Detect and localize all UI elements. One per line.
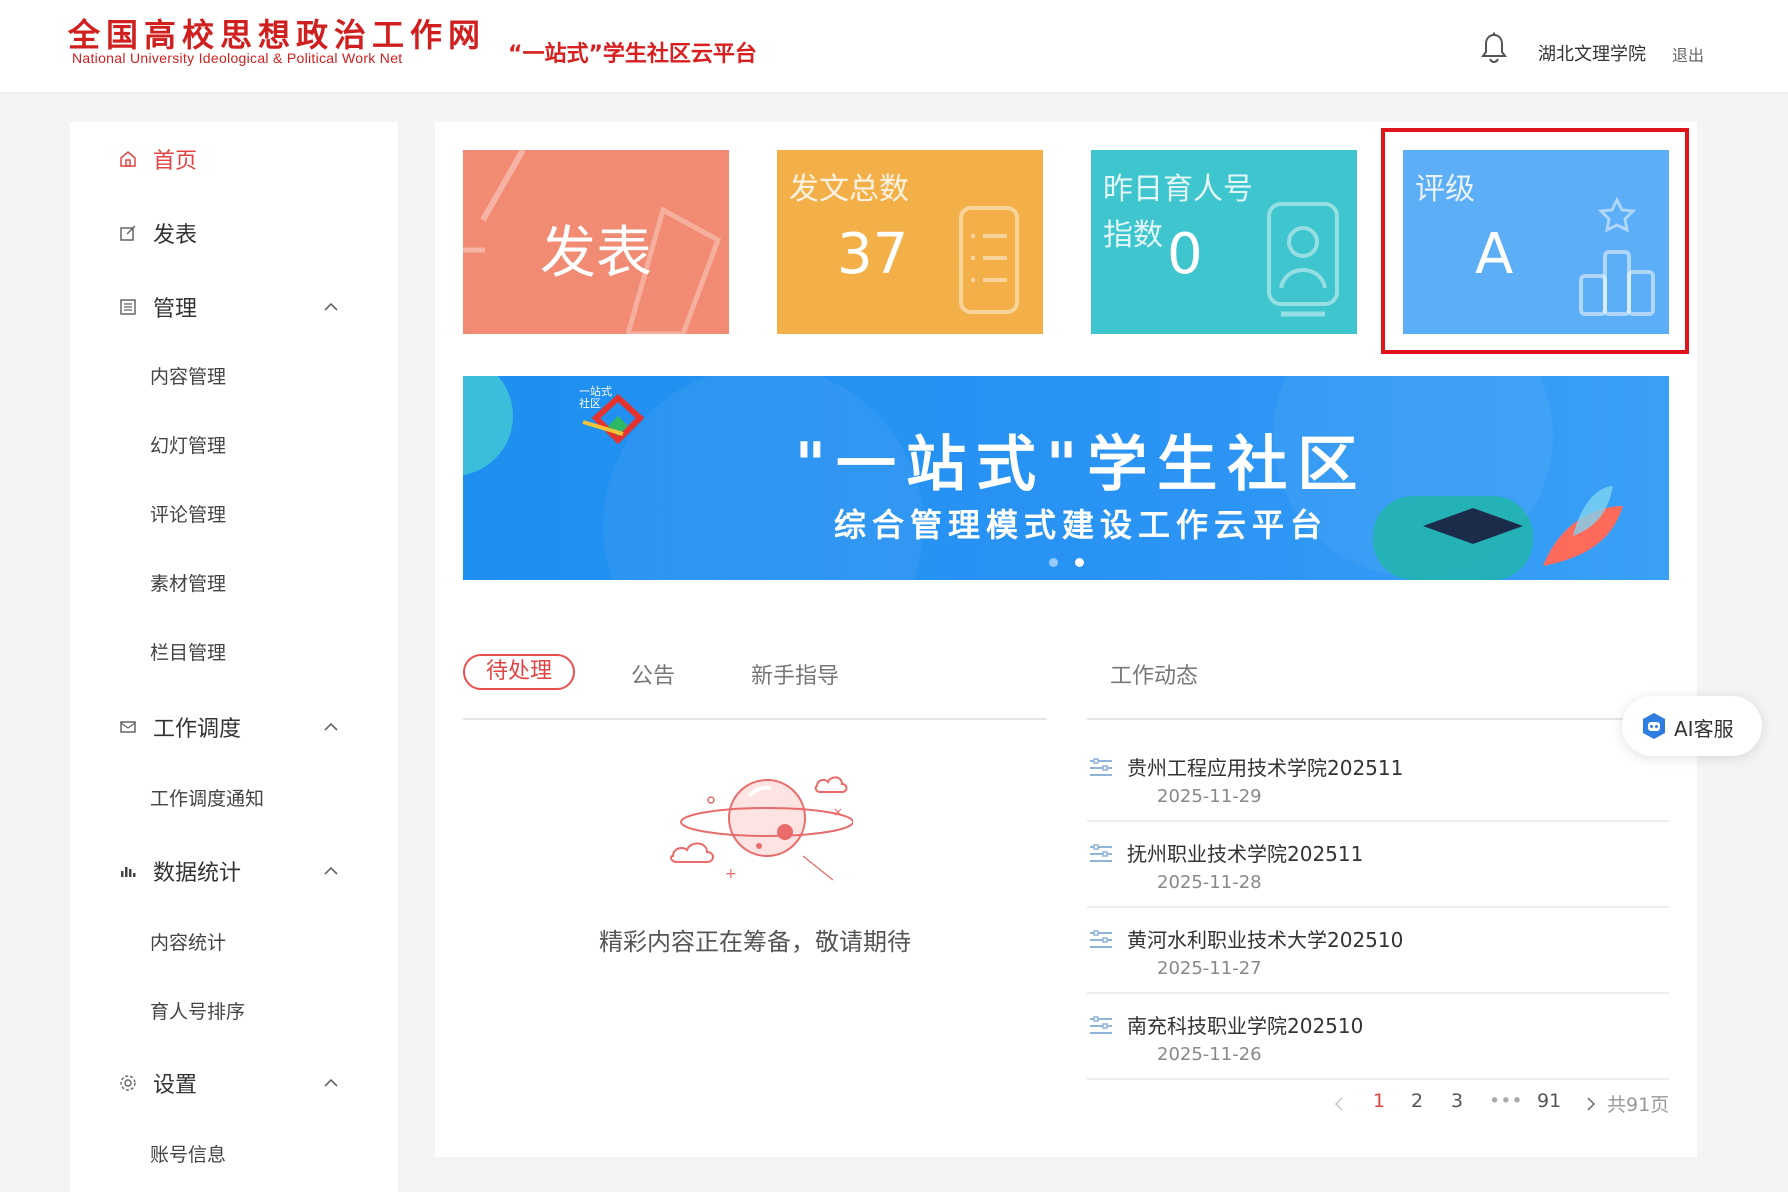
sidebar-subitem-content[interactable]: 内容管理	[150, 362, 226, 389]
page-total: 共91页	[1607, 1094, 1670, 1116]
sidebar-item-schedule[interactable]: 工作调度	[70, 702, 398, 752]
tab-guide[interactable]: 新手指导	[751, 658, 839, 690]
carousel-dot-active[interactable]	[1075, 558, 1084, 567]
list-item[interactable]: 南充科技职业学院202510 2025-11-26	[1087, 994, 1669, 1080]
chevron-up-icon	[324, 866, 338, 875]
svg-text:+: +	[725, 866, 737, 882]
news-title: 贵州工程应用技术学院202511	[1127, 756, 1404, 780]
news-date: 2025-11-26	[1157, 1044, 1262, 1065]
chevron-up-icon	[324, 722, 338, 731]
chevron-up-icon	[324, 302, 338, 311]
publish-card-label: 发表	[540, 221, 652, 286]
yesterday-index-title-line1: 昨日育人号	[1103, 172, 1253, 207]
work-divider	[1087, 718, 1669, 720]
banner-subtitle: 综合管理模式建设工作云平台	[833, 506, 1328, 544]
sidebar-item-label: 工作调度	[153, 717, 242, 742]
gear-icon	[120, 1075, 136, 1091]
banner-logo-text: 一站式 社区	[579, 385, 612, 410]
document-list-icon	[120, 299, 136, 315]
news-title: 抚州职业技术学院202511	[1127, 842, 1364, 866]
sidebar-item-label: 首页	[153, 149, 198, 174]
posts-total-card[interactable]: 发文总数 37	[777, 150, 1043, 334]
ai-service-button[interactable]: AI客服	[1622, 696, 1762, 756]
tab-pending[interactable]: 待处理	[463, 654, 575, 690]
sidebar-item-stats[interactable]: 数据统计	[70, 846, 398, 896]
robot-icon	[1643, 713, 1665, 739]
sidebar-subitem-slides[interactable]: 幻灯管理	[150, 431, 226, 458]
page-last[interactable]: 91	[1537, 1090, 1561, 1112]
home-icon	[120, 151, 136, 167]
highlight-box	[1381, 128, 1689, 354]
svg-text:×: ×	[833, 805, 843, 819]
news-title: 南充科技职业学院202510	[1127, 1014, 1364, 1038]
tab-announcement[interactable]: 公告	[631, 658, 675, 690]
bar-chart-icon	[121, 867, 136, 877]
list-lines-icon	[1090, 930, 1112, 948]
news-date: 2025-11-27	[1157, 958, 1262, 979]
carousel-dot[interactable]	[1049, 558, 1058, 567]
page-3[interactable]: 3	[1451, 1090, 1463, 1112]
list-lines-icon	[1090, 758, 1112, 776]
sidebar-subitem-ranking[interactable]: 育人号排序	[150, 997, 245, 1024]
ai-service-label: AI客服	[1674, 717, 1734, 741]
posts-total-value: 37	[837, 222, 909, 287]
sidebar-item-publish[interactable]: 发表	[70, 208, 398, 258]
banner-carousel[interactable]: 一站式 社区 "一站式"学生社区 综合管理模式建设工作云平台	[463, 376, 1669, 580]
list-item[interactable]: 贵州工程应用技术学院202511 2025-11-29	[1087, 736, 1669, 822]
news-date: 2025-11-29	[1157, 786, 1262, 807]
news-date: 2025-11-28	[1157, 872, 1262, 893]
edit-icon	[120, 225, 136, 241]
page-ellipsis[interactable]: •••	[1489, 1090, 1523, 1112]
sidebar-item-label: 发表	[153, 223, 198, 248]
yesterday-index-card[interactable]: 昨日育人号 指数 0	[1091, 150, 1357, 334]
tabs-divider	[463, 718, 1047, 720]
publish-card[interactable]: 发表	[463, 150, 729, 334]
sidebar-subitem-comments[interactable]: 评论管理	[150, 500, 226, 527]
mail-icon	[120, 721, 136, 733]
yesterday-index-value: 0	[1167, 222, 1203, 287]
main-panel: 发表 发文总数 37 昨日育人号 指数 0 评级 A 一站式 社区 "一站式"学…	[435, 122, 1697, 1157]
next-page-icon[interactable]	[1585, 1096, 1597, 1112]
list-lines-icon	[1090, 844, 1112, 862]
work-dynamics-title: 工作动态	[1110, 664, 1199, 689]
posts-total-title: 发文总数	[789, 172, 909, 207]
sidebar-subitem-schedule-notice[interactable]: 工作调度通知	[150, 784, 264, 811]
planet-illustration: + ×	[669, 776, 853, 882]
chevron-up-icon	[324, 1078, 338, 1087]
sidebar-item-label: 设置	[153, 1073, 198, 1098]
sidebar-item-label: 数据统计	[153, 861, 242, 886]
bell-icon[interactable]	[1480, 32, 1508, 64]
sidebar-subitem-materials[interactable]: 素材管理	[150, 569, 226, 596]
logout-link[interactable]: 退出	[1672, 42, 1704, 66]
list-item[interactable]: 抚州职业技术学院202511 2025-11-28	[1087, 822, 1669, 908]
page-1[interactable]: 1	[1373, 1090, 1385, 1112]
sidebar-item-label: 管理	[153, 297, 198, 322]
list-item[interactable]: 黄河水利职业技术大学202510 2025-11-27	[1087, 908, 1669, 994]
sidebar-item-manage[interactable]: 管理	[70, 282, 398, 332]
banner-title: "一站式"学生社区	[794, 430, 1368, 500]
list-lines-icon	[1090, 1016, 1112, 1034]
site-logo-english: National University Ideological & Politi…	[72, 50, 403, 66]
sidebar-subitem-content-stats[interactable]: 内容统计	[150, 928, 226, 955]
list-icon	[959, 206, 1019, 314]
top-header: 全国高校思想政治工作网 National University Ideologi…	[0, 0, 1788, 92]
profile-icon	[1267, 202, 1339, 317]
news-title: 黄河水利职业技术大学202510	[1127, 928, 1404, 952]
user-name[interactable]: 湖北文理学院	[1538, 40, 1646, 66]
page-2[interactable]: 2	[1411, 1090, 1423, 1112]
sidebar: 首页 发表 管理 内容管理 幻灯管理 评论管理 素材管理 栏目管理 工作调度 工…	[70, 122, 398, 1192]
platform-title: “一站式”学生社区云平台	[508, 42, 757, 67]
sidebar-subitem-columns[interactable]: 栏目管理	[150, 638, 226, 665]
empty-state-message: 精彩内容正在筹备，敬请期待	[599, 928, 911, 956]
sidebar-item-home[interactable]: 首页	[70, 134, 398, 184]
yesterday-index-title-line2: 指数	[1103, 218, 1163, 253]
sidebar-item-settings[interactable]: 设置	[70, 1058, 398, 1108]
prev-page-icon[interactable]	[1333, 1096, 1345, 1112]
sidebar-subitem-account[interactable]: 账号信息	[150, 1140, 226, 1167]
